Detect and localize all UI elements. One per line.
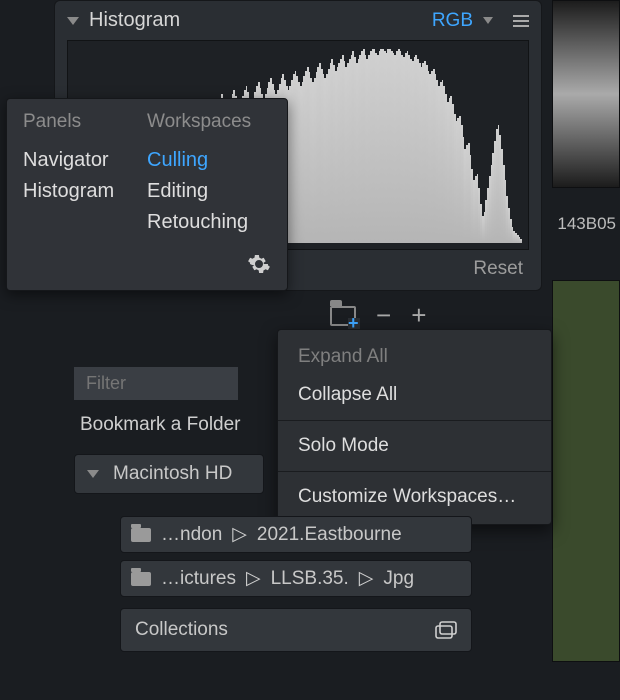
drive-name: Macintosh HD	[113, 463, 232, 485]
panel-menu-icon[interactable]	[513, 15, 529, 27]
context-menu: Expand All Collapse All Solo Mode Custom…	[277, 329, 552, 525]
settings-gear-button[interactable]	[7, 248, 287, 282]
filter-input[interactable]	[74, 367, 238, 400]
collapse-chevron-icon[interactable]	[67, 17, 79, 25]
workspace-option-culling[interactable]: Culling	[147, 145, 271, 176]
folder-icon	[131, 572, 151, 586]
add-folder-button[interactable]: +	[330, 306, 356, 326]
bookmark-hint: Bookmark a Folder	[80, 414, 241, 436]
path-separator-icon: ▷	[246, 567, 261, 590]
path-separator-icon: ▷	[232, 523, 247, 546]
chevron-down-icon	[87, 470, 99, 478]
folder-icon	[131, 528, 151, 542]
column-header-workspaces: Workspaces	[147, 111, 271, 133]
workspace-popup: Panels Navigator Histogram Workspaces Cu…	[6, 98, 288, 291]
plus-badge-icon: +	[348, 318, 360, 330]
menu-collapse-all[interactable]: Collapse All	[278, 376, 551, 414]
channel-selector[interactable]: RGB	[432, 10, 473, 32]
panel-option-histogram[interactable]: Histogram	[23, 176, 147, 207]
path-segment: 2021.Eastbourne	[257, 524, 402, 546]
path-segment: LLSB.35.	[271, 568, 349, 590]
menu-customize-workspaces[interactable]: Customize Workspaces…	[278, 478, 551, 516]
workspace-option-editing[interactable]: Editing	[147, 176, 271, 207]
zoom-in-button[interactable]: +	[411, 300, 426, 331]
folder-row[interactable]: …ictures ▷ LLSB.35. ▷ Jpg	[120, 560, 472, 597]
collections-label: Collections	[135, 619, 228, 641]
path-segment: …ictures	[161, 568, 236, 590]
menu-separator	[278, 420, 551, 421]
thumbnail-image[interactable]	[552, 280, 620, 662]
drive-row[interactable]: Macintosh HD	[74, 454, 264, 494]
thumbnail-image[interactable]	[552, 0, 620, 188]
path-separator-icon: ▷	[359, 567, 374, 590]
chevron-down-icon[interactable]	[483, 17, 493, 24]
menu-separator	[278, 471, 551, 472]
panel-title: Histogram	[89, 9, 432, 32]
collections-row[interactable]: Collections	[120, 608, 472, 652]
zoom-out-button[interactable]: −	[376, 300, 391, 331]
column-header-panels: Panels	[23, 111, 147, 133]
stack-icon	[435, 621, 457, 639]
workspace-option-retouching[interactable]: Retouching	[147, 207, 271, 238]
path-segment: …ndon	[161, 524, 222, 546]
menu-expand-all[interactable]: Expand All	[278, 338, 551, 376]
panel-option-navigator[interactable]: Navigator	[23, 145, 147, 176]
gear-icon	[247, 252, 271, 276]
menu-solo-mode[interactable]: Solo Mode	[278, 427, 551, 465]
thumbnail-filename: 143B05	[557, 214, 616, 234]
folder-row[interactable]: …ndon ▷ 2021.Eastbourne	[120, 516, 472, 553]
path-segment: Jpg	[383, 568, 414, 590]
folder-toolbar: + − +	[330, 300, 426, 331]
